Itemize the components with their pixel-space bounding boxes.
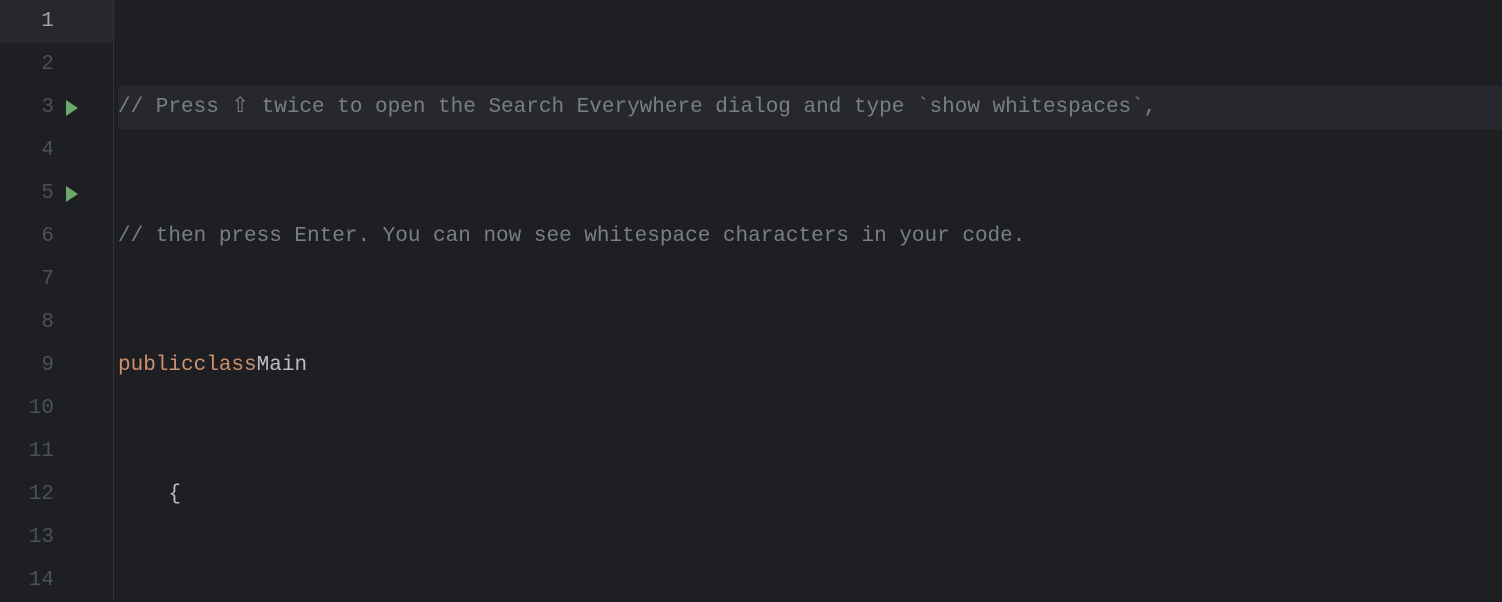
gutter-row[interactable]: 3 <box>0 86 113 129</box>
code-line: { <box>118 473 1502 516</box>
line-number: 6 <box>0 215 62 258</box>
line-number: 10 <box>0 387 62 430</box>
line-number: 9 <box>0 344 62 387</box>
code-line: // Press ⇧ twice to open the Search Ever… <box>118 86 1502 129</box>
class-name: Main <box>257 344 307 387</box>
gutter-row[interactable]: 8 <box>0 301 113 344</box>
keyword: public <box>118 344 194 387</box>
editor-gutter: 1 2 3 4 5 6 7 8 9 10 11 <box>0 0 114 600</box>
keyword: class <box>194 344 257 387</box>
line-number: 11 <box>0 430 62 473</box>
gutter-row[interactable]: 1 <box>0 0 113 43</box>
line-number: 8 <box>0 301 62 344</box>
line-number: 4 <box>0 129 62 172</box>
line-number: 5 <box>0 172 62 215</box>
line-number: 14 <box>0 559 62 602</box>
run-icon[interactable] <box>66 186 78 202</box>
line-number: 13 <box>0 516 62 559</box>
comment-text: // then press Enter. You can now see whi… <box>118 215 1025 258</box>
line-number: 2 <box>0 43 62 86</box>
gutter-row[interactable]: 7 <box>0 258 113 301</box>
line-number: 12 <box>0 473 62 516</box>
code-editor: 1 2 3 4 5 6 7 8 9 10 11 <box>0 0 1502 600</box>
line-number: 1 <box>0 0 62 43</box>
gutter-row[interactable]: 14 <box>0 559 113 602</box>
line-number: 7 <box>0 258 62 301</box>
code-line: // then press Enter. You can now see whi… <box>118 215 1502 258</box>
gutter-row[interactable]: 11 <box>0 430 113 473</box>
run-icon[interactable] <box>66 100 78 116</box>
gutter-row[interactable]: 6 <box>0 215 113 258</box>
comment-text: // Press ⇧ twice to open the Search Ever… <box>118 86 1156 129</box>
gutter-row[interactable]: 5 <box>0 172 113 215</box>
gutter-row[interactable]: 2 <box>0 43 113 86</box>
brace: { <box>168 473 181 516</box>
code-content[interactable]: // Press ⇧ twice to open the Search Ever… <box>114 0 1502 600</box>
code-line: public class Main <box>118 344 1502 387</box>
gutter-row[interactable]: 4 <box>0 129 113 172</box>
gutter-row[interactable]: 9 <box>0 344 113 387</box>
line-number: 3 <box>0 86 62 129</box>
indent <box>118 473 168 516</box>
gutter-row[interactable]: 13 <box>0 516 113 559</box>
gutter-row[interactable]: 12 <box>0 473 113 516</box>
gutter-row[interactable]: 10 <box>0 387 113 430</box>
